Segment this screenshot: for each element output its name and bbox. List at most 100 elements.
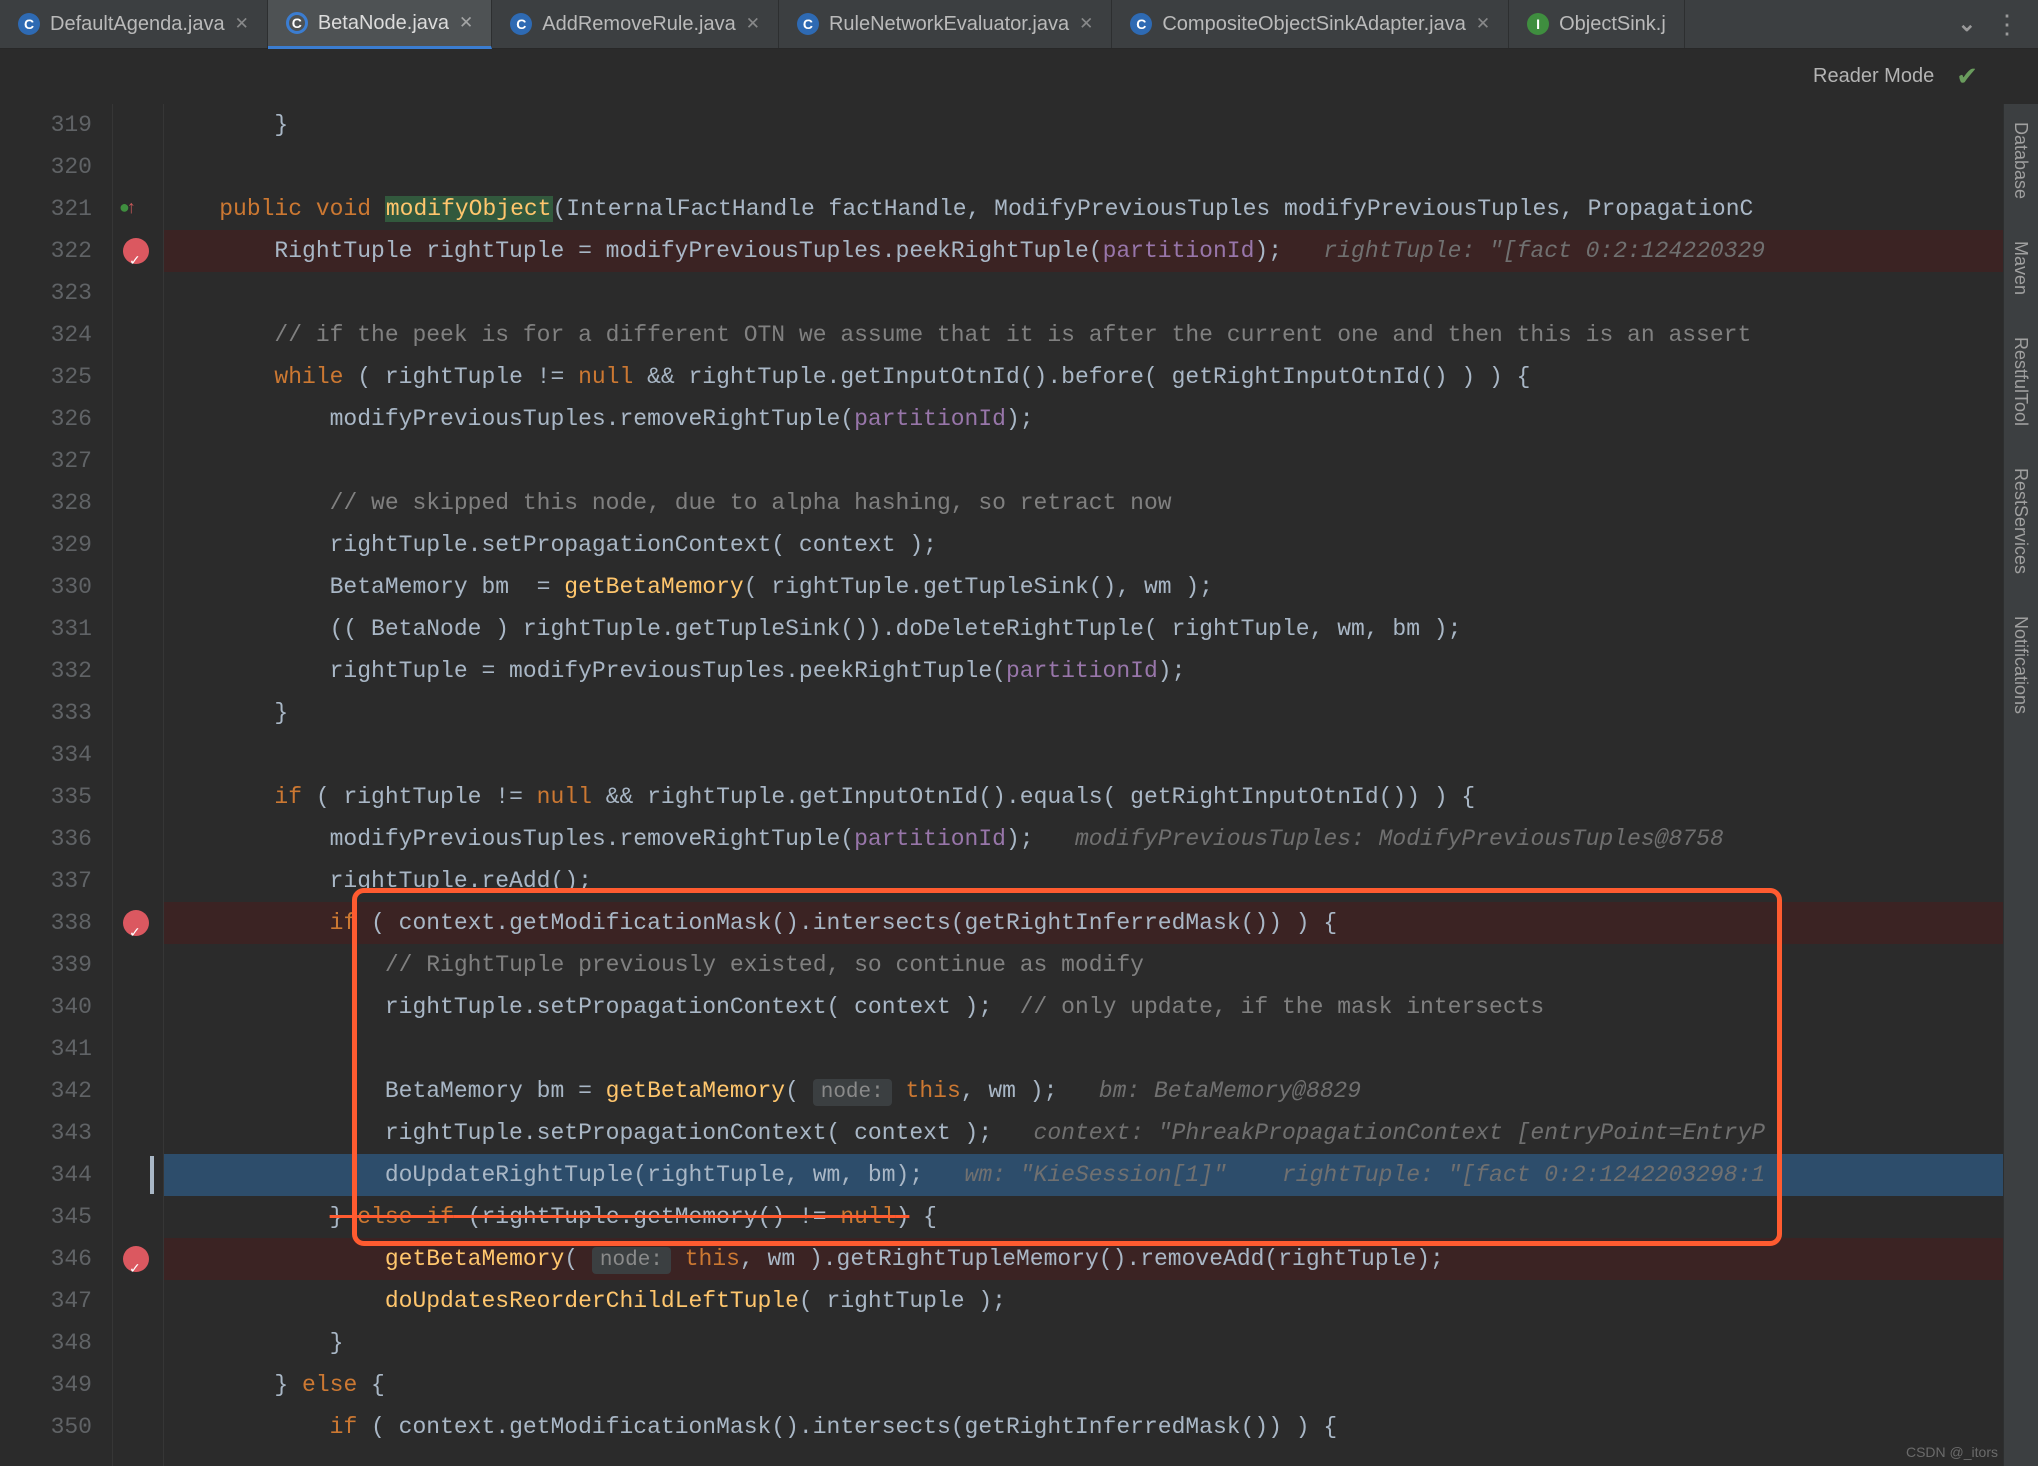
code-line[interactable] [164, 1028, 2038, 1070]
line-number[interactable]: 326 [0, 398, 92, 440]
code-line[interactable]: } else if (rightTuple.getMemory() != nul… [164, 1196, 2038, 1238]
line-number[interactable]: 319 [0, 104, 92, 146]
editor-tab[interactable]: CRuleNetworkEvaluator.java✕ [779, 0, 1112, 48]
line-number[interactable]: 327 [0, 440, 92, 482]
editor-tab[interactable]: IObjectSink.j [1509, 0, 1685, 48]
maven-tool[interactable]: Maven [2000, 241, 2038, 295]
line-number[interactable]: 332 [0, 650, 92, 692]
code-line[interactable]: rightTuple.setPropagationContext( contex… [164, 986, 2038, 1028]
line-number[interactable]: 346 [0, 1238, 92, 1280]
line-number[interactable]: 341 [0, 1028, 92, 1070]
code-line[interactable]: } [164, 692, 2038, 734]
line-number[interactable]: 321 [0, 188, 92, 230]
code-line[interactable]: rightTuple.setPropagationContext( contex… [164, 1112, 2038, 1154]
code-line[interactable]: doUpdateRightTuple(rightTuple, wm, bm); … [164, 1154, 2038, 1196]
editor-reader-mode-row: Reader Mode ✔ [0, 49, 2038, 104]
line-number[interactable]: 328 [0, 482, 92, 524]
line-number[interactable]: 330 [0, 566, 92, 608]
database-tool[interactable]: Database [2000, 122, 2038, 199]
restful-tool[interactable]: RestfulTool [2000, 337, 2038, 426]
line-number[interactable]: 336 [0, 818, 92, 860]
code-line[interactable]: if ( context.getModificationMask().inter… [164, 902, 2038, 944]
code-line[interactable] [164, 734, 2038, 776]
code-editor[interactable]: 3193203213223233243253263273283293303313… [0, 104, 2038, 1466]
line-number[interactable]: 348 [0, 1322, 92, 1364]
notifications-tool[interactable]: Notifications [2000, 616, 2038, 714]
rest-services-tool[interactable]: RestServices [2000, 468, 2038, 574]
tab-label: AddRemoveRule.java [542, 13, 735, 36]
line-number[interactable]: 340 [0, 986, 92, 1028]
code-line[interactable]: // RightTuple previously existed, so con… [164, 944, 2038, 986]
code-line[interactable]: (( BetaNode ) rightTuple.getTupleSink())… [164, 608, 2038, 650]
line-number[interactable]: 325 [0, 356, 92, 398]
code-line[interactable]: modifyPreviousTuples.removeRightTuple(pa… [164, 398, 2038, 440]
breakpoint-icon[interactable] [123, 910, 149, 936]
close-icon[interactable]: ✕ [459, 13, 473, 33]
line-number[interactable]: 337 [0, 860, 92, 902]
line-number[interactable]: 347 [0, 1280, 92, 1322]
tab-label: DefaultAgenda.java [50, 13, 225, 36]
line-number[interactable]: 334 [0, 734, 92, 776]
code-line[interactable]: if ( context.getModificationMask().inter… [164, 1406, 2038, 1448]
code-line[interactable] [164, 440, 2038, 482]
checkmark-icon[interactable]: ✔ [1956, 61, 1978, 92]
code-line[interactable]: } [164, 104, 2038, 146]
editor-tab[interactable]: C AddRemoveRule.java ✕ [492, 0, 779, 48]
class-icon: C [510, 13, 532, 35]
line-number[interactable]: 338 [0, 902, 92, 944]
tab-label: ObjectSink.j [1559, 13, 1666, 36]
line-number[interactable]: 350 [0, 1406, 92, 1448]
breakpoint-icon[interactable] [123, 1246, 149, 1272]
kebab-icon[interactable] [1994, 9, 2020, 40]
code-line[interactable]: RightTuple rightTuple = modifyPreviousTu… [164, 230, 2038, 272]
reader-mode-link[interactable]: Reader Mode [1813, 65, 1934, 88]
override-up-icon[interactable] [119, 188, 137, 230]
line-number[interactable]: 344 [0, 1154, 92, 1196]
line-number[interactable]: 320 [0, 146, 92, 188]
breakpoint-icon[interactable] [123, 238, 149, 264]
line-number[interactable]: 349 [0, 1364, 92, 1406]
line-number[interactable]: 345 [0, 1196, 92, 1238]
code-line[interactable]: rightTuple.setPropagationContext( contex… [164, 524, 2038, 566]
line-number[interactable]: 333 [0, 692, 92, 734]
line-number[interactable]: 339 [0, 944, 92, 986]
chevron-down-icon[interactable]: ⌄ [1958, 11, 1976, 37]
code-line[interactable]: } else { [164, 1364, 2038, 1406]
code-line[interactable]: } [164, 1322, 2038, 1364]
code-line[interactable]: while ( rightTuple != null && rightTuple… [164, 356, 2038, 398]
line-number[interactable]: 323 [0, 272, 92, 314]
watermark-text: CSDN @_itors [1906, 1444, 1998, 1460]
close-icon[interactable]: ✕ [1079, 14, 1093, 34]
code-area[interactable]: } public void modifyObject(InternalFactH… [164, 104, 2038, 1466]
code-line[interactable]: BetaMemory bm = getBetaMemory( rightTupl… [164, 566, 2038, 608]
editor-tab[interactable]: CCompositeObjectSinkAdapter.java✕ [1112, 0, 1509, 48]
code-line[interactable]: if ( rightTuple != null && rightTuple.ge… [164, 776, 2038, 818]
code-line[interactable]: rightTuple.reAdd(); [164, 860, 2038, 902]
line-number[interactable]: 329 [0, 524, 92, 566]
code-line[interactable] [164, 272, 2038, 314]
text-caret [150, 1156, 154, 1194]
code-line[interactable]: rightTuple = modifyPreviousTuples.peekRi… [164, 650, 2038, 692]
code-line[interactable]: // we skipped this node, due to alpha ha… [164, 482, 2038, 524]
line-number[interactable]: 343 [0, 1112, 92, 1154]
code-line[interactable]: modifyPreviousTuples.removeRightTuple(pa… [164, 818, 2038, 860]
close-icon[interactable]: ✕ [746, 14, 760, 34]
line-number[interactable]: 331 [0, 608, 92, 650]
line-number-gutter[interactable]: 3193203213223233243253263273283293303313… [0, 104, 113, 1466]
code-line[interactable]: BetaMemory bm = getBetaMemory( node: thi… [164, 1070, 2038, 1112]
close-icon[interactable]: ✕ [235, 14, 249, 34]
code-line[interactable]: // if the peek is for a different OTN we… [164, 314, 2038, 356]
line-number[interactable]: 335 [0, 776, 92, 818]
code-line[interactable]: doUpdatesReorderChildLeftTuple( rightTup… [164, 1280, 2038, 1322]
code-line[interactable]: public void modifyObject(InternalFactHan… [164, 188, 2038, 230]
editor-tab[interactable]: CDefaultAgenda.java✕ [0, 0, 268, 48]
line-number[interactable]: 322 [0, 230, 92, 272]
editor-tab[interactable]: CBetaNode.java✕ [268, 0, 492, 49]
code-line[interactable] [164, 146, 2038, 188]
code-line[interactable]: getBetaMemory( node: this, wm ).getRight… [164, 1238, 2038, 1280]
class-ring-icon: C [286, 12, 308, 34]
line-number[interactable]: 342 [0, 1070, 92, 1112]
breakpoint-gutter[interactable] [113, 104, 164, 1466]
line-number[interactable]: 324 [0, 314, 92, 356]
close-icon[interactable]: ✕ [1476, 14, 1490, 34]
